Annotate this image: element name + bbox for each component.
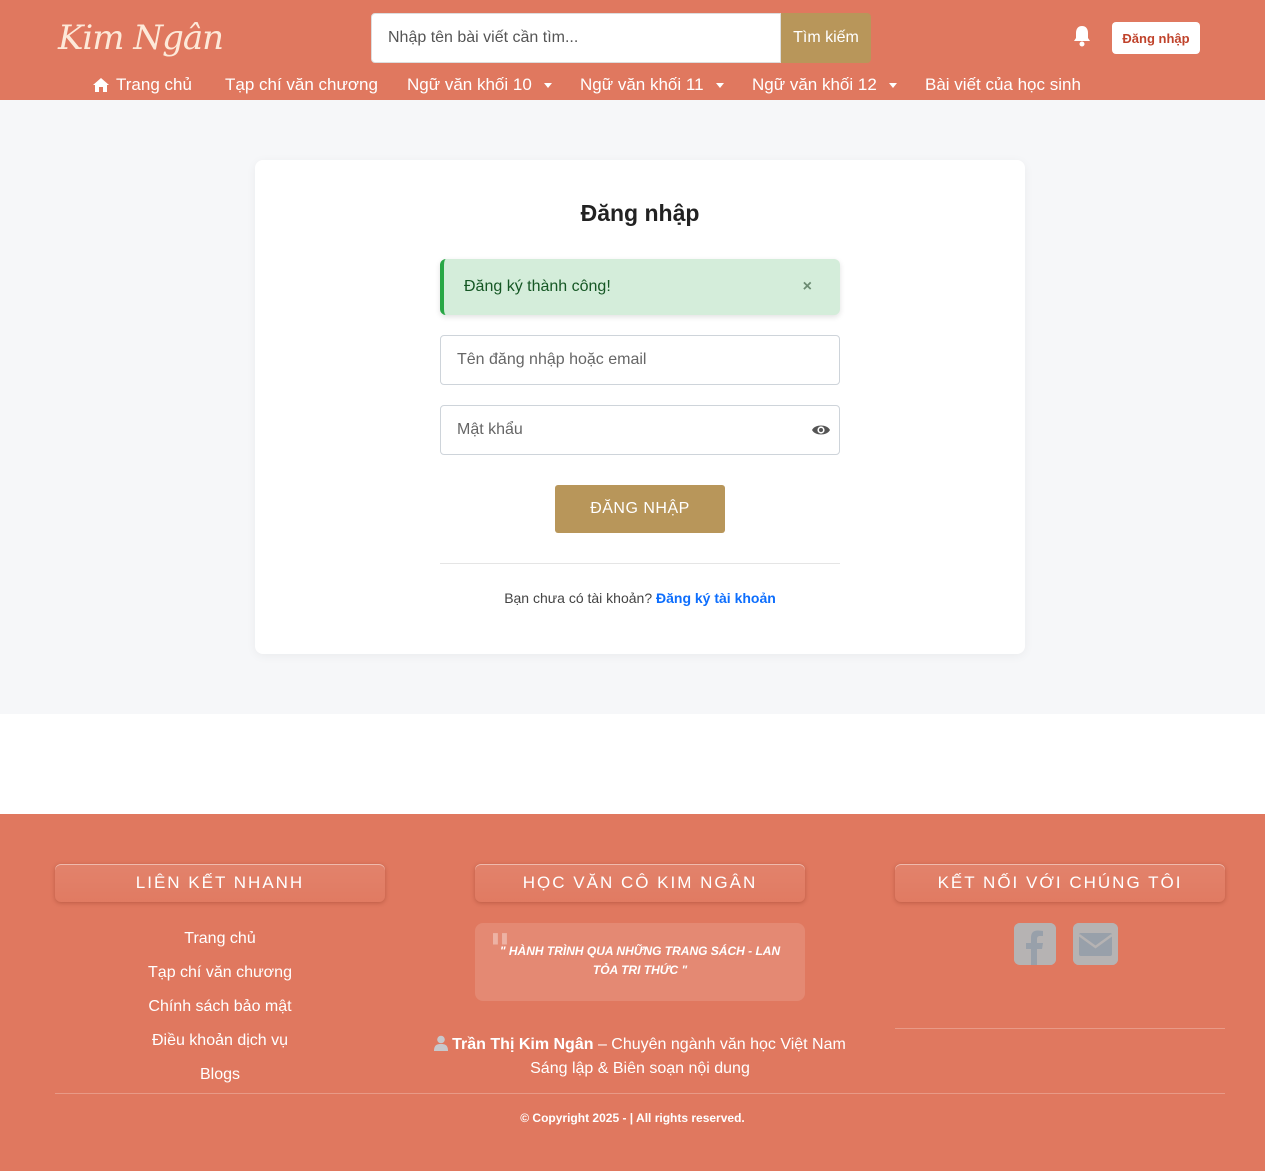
quick-links-list: Trang chủ Tạp chí văn chương Chính sách … [55, 922, 385, 1092]
username-input[interactable] [441, 336, 839, 384]
author-info: Trần Thị Kim Ngân – Chuyên ngành văn học… [405, 1033, 875, 1081]
nav-item-label: Ngữ văn khối 10 [407, 75, 532, 94]
nav-item-home[interactable]: Trang chủ [92, 72, 192, 98]
about-heading: HỌC VĂN CÔ KIM NGÂN [475, 864, 805, 902]
password-input[interactable] [441, 406, 839, 454]
search-bar: Tìm kiếm [371, 13, 871, 63]
divider [55, 1093, 1225, 1094]
password-field-wrap [440, 405, 840, 455]
site-footer: LIÊN KẾT NHANH Trang chủ Tạp chí văn chư… [0, 814, 1265, 1171]
nav-item-label: Trang chủ [116, 75, 192, 94]
divider [895, 1028, 1225, 1029]
username-field-wrap [440, 335, 840, 385]
author-name: Trần Thị Kim Ngân [452, 1036, 594, 1053]
footer-link-privacy[interactable]: Chính sách bảo mật [55, 990, 385, 1024]
header-login-button[interactable]: Đăng nhập [1112, 22, 1200, 54]
footer-link-magazine[interactable]: Tạp chí văn chương [55, 956, 385, 990]
login-submit-button[interactable]: ĐĂNG NHẬP [555, 485, 725, 533]
search-input[interactable] [371, 13, 781, 63]
connect-heading: KẾT NỐI VỚI CHÚNG TÔI [895, 864, 1225, 902]
main-content: Đăng nhập Đăng ký thành công! × ĐĂNG NHẬ… [0, 100, 1265, 714]
quote-text: " HÀNH TRÌNH QUA NHỮNG TRANG SÁCH - LAN … [499, 944, 781, 977]
bell-icon[interactable] [1072, 24, 1092, 48]
nav-item-label: Ngữ văn khối 11 [580, 75, 704, 94]
alert-message: Đăng ký thành công! [464, 278, 611, 295]
success-alert: Đăng ký thành công! × [440, 259, 840, 315]
author-line2: Sáng lập & Biên soạn nội dung [530, 1060, 750, 1077]
site-logo[interactable]: Kim Ngân [58, 14, 224, 62]
author-role: – Chuyên ngành văn học Việt Nam [597, 1036, 846, 1053]
nav-item-label: Ngữ văn khối 12 [752, 75, 877, 94]
no-account-text: Bạn chưa có tài khoản? [504, 590, 653, 606]
site-header: Kim Ngân Tìm kiếm Đăng nhập Trang chủ Tạ… [0, 0, 1265, 100]
quote-box: " " HÀNH TRÌNH QUA NHỮNG TRANG SÁCH - LA… [475, 923, 805, 1001]
copyright-text: © Copyright 2025 - | All rights reserved… [520, 1111, 745, 1125]
caret-down-icon [543, 82, 552, 88]
facebook-icon[interactable] [1014, 923, 1056, 965]
main-nav: Trang chủ Tạp chí văn chương Ngữ văn khố… [0, 72, 1265, 98]
nav-item-grade-11[interactable]: Ngữ văn khối 11 [580, 72, 724, 98]
footer-link-blogs[interactable]: Blogs [55, 1058, 385, 1092]
user-icon [434, 1035, 449, 1051]
footer-link-terms[interactable]: Điều khoản dịch vụ [55, 1024, 385, 1058]
nav-item-magazine[interactable]: Tạp chí văn chương [225, 72, 378, 98]
home-icon [93, 78, 109, 92]
caret-down-icon [888, 82, 897, 88]
eye-icon[interactable] [811, 420, 831, 440]
login-title: Đăng nhập [580, 200, 700, 226]
divider [440, 563, 840, 564]
quick-links-heading: LIÊN KẾT NHANH [55, 864, 385, 902]
nav-item-label: Tạp chí văn chương [225, 75, 378, 94]
nav-item-student-posts[interactable]: Bài viết của học sinh [925, 72, 1081, 98]
footer-link-home[interactable]: Trang chủ [55, 922, 385, 956]
close-icon[interactable]: × [803, 259, 812, 315]
envelope-icon[interactable] [1073, 923, 1118, 965]
login-card: Đăng nhập Đăng ký thành công! × ĐĂNG NHẬ… [255, 160, 1025, 654]
register-link[interactable]: Đăng ký tài khoản [656, 590, 776, 606]
register-prompt: Bạn chưa có tài khoản? Đăng ký tài khoản [255, 590, 1025, 606]
search-button[interactable]: Tìm kiếm [781, 13, 871, 63]
nav-item-grade-10[interactable]: Ngữ văn khối 10 [407, 72, 552, 98]
nav-item-grade-12[interactable]: Ngữ văn khối 12 [752, 72, 897, 98]
nav-item-label: Bài viết của học sinh [925, 75, 1081, 94]
caret-down-icon [715, 82, 724, 88]
